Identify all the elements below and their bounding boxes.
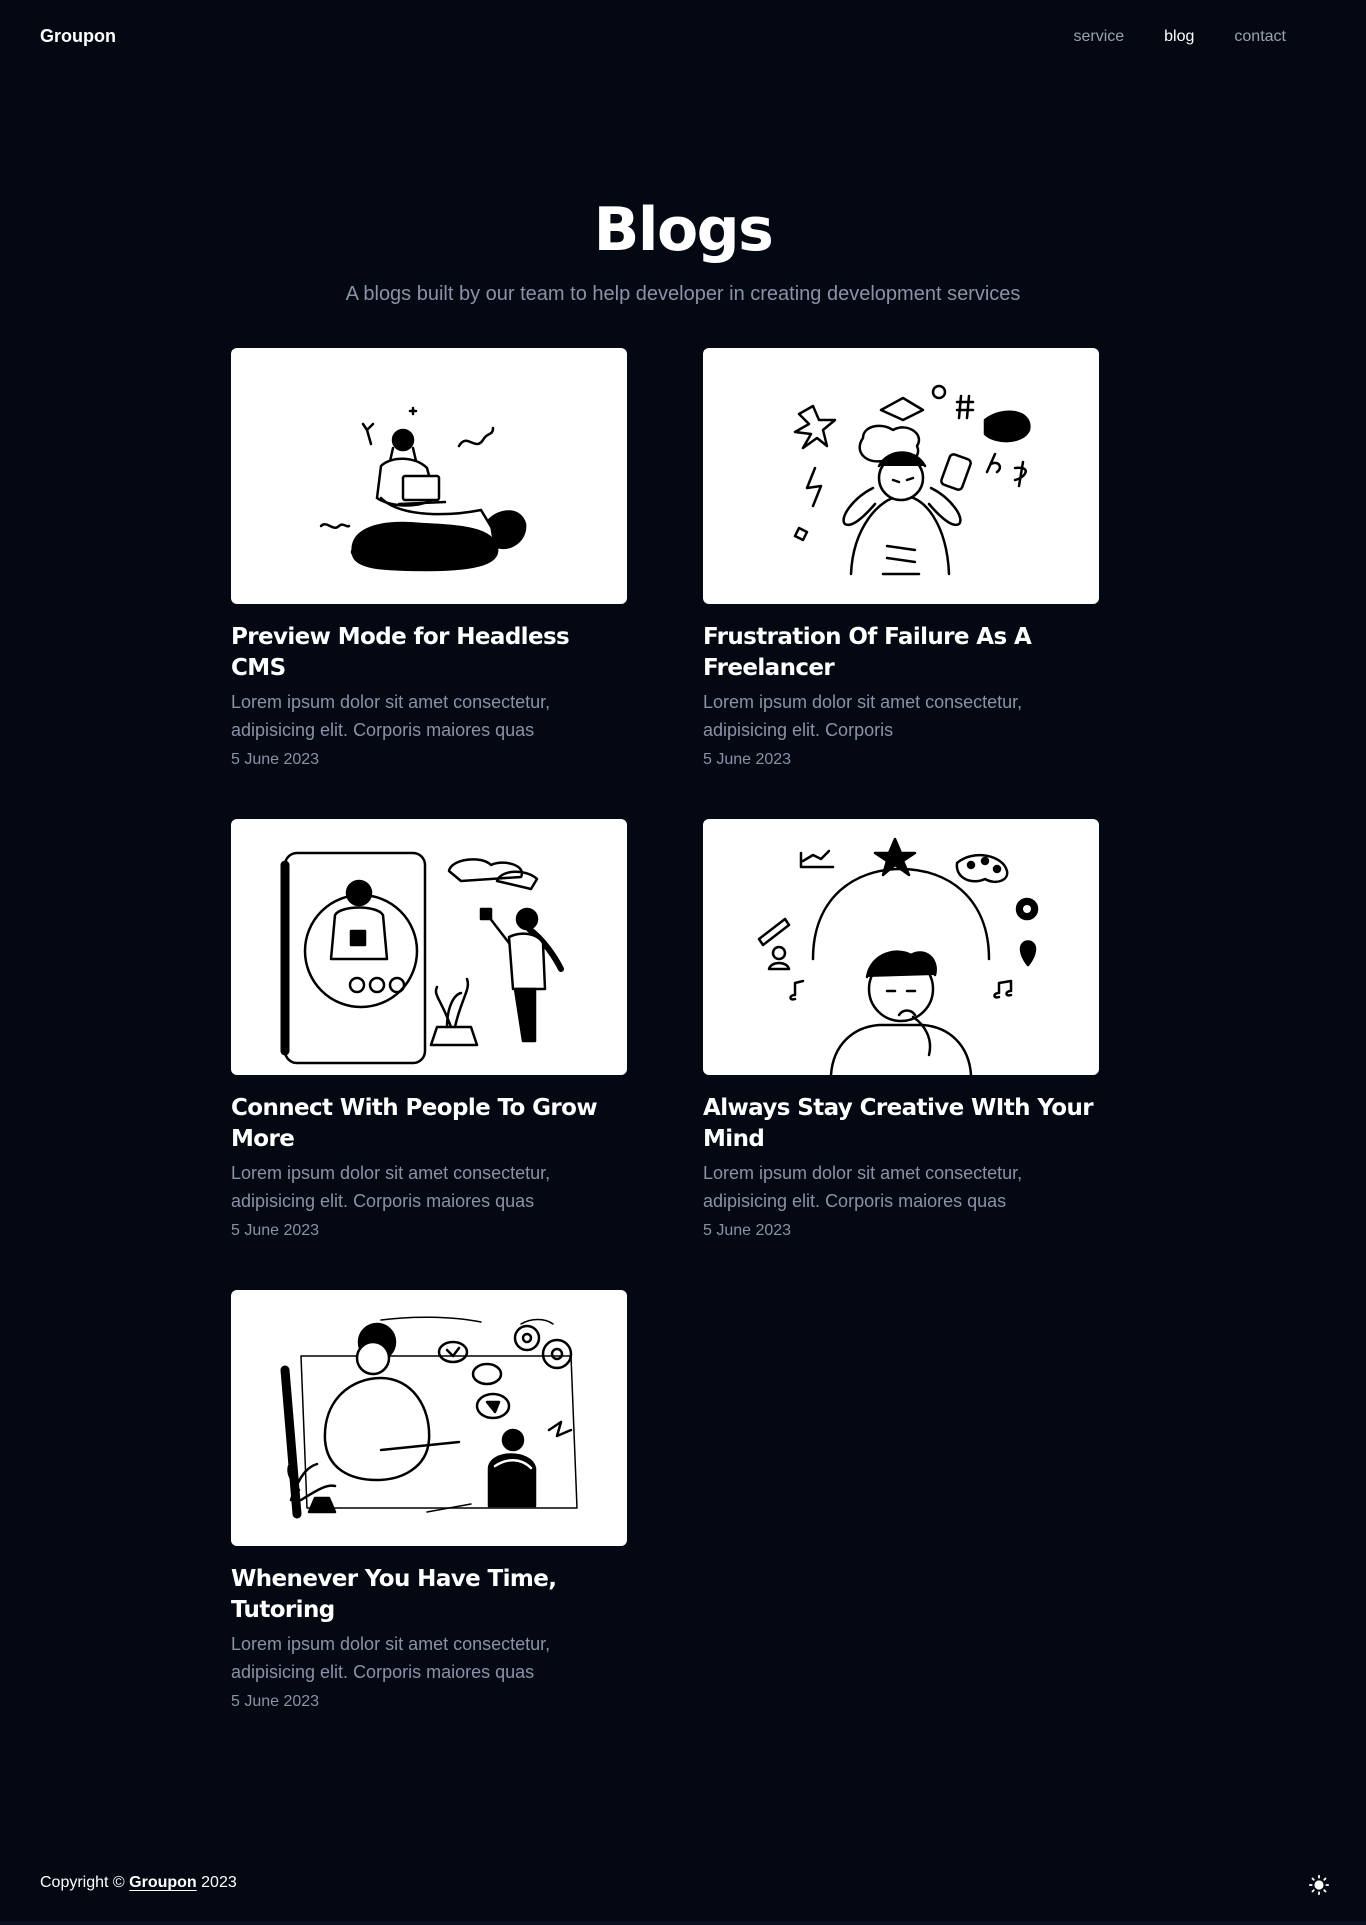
logo-link[interactable]: Groupon [40, 26, 116, 47]
frustrated-man-illustration [793, 384, 1031, 576]
blog-card-image[interactable] [703, 348, 1099, 604]
site-footer: Copyright © Groupon 2023 [0, 1860, 1366, 1910]
page-bottom-divider [0, 1921, 1366, 1925]
blog-card-excerpt: Lorem ipsum dolor sit amet consectetur, … [703, 692, 1023, 740]
page-title: Blogs [593, 195, 774, 265]
blog-card-excerpt: Lorem ipsum dolor sit amet consectetur, … [231, 692, 551, 740]
nav-link-contact[interactable]: contact [1234, 27, 1286, 47]
blog-card-date: 5 June 2023 [231, 1693, 320, 1710]
blog-card[interactable]: Whenever You Have Time, Tutoring Lorem i… [231, 1290, 627, 1712]
theme-toggle-button[interactable] [1304, 1870, 1334, 1900]
blog-card-image[interactable] [703, 819, 1099, 1075]
blog-card-image[interactable] [231, 819, 627, 1075]
nav-link-blog[interactable]: blog [1164, 27, 1194, 47]
blog-card-title[interactable]: Preview Mode for Headless CMS [231, 622, 627, 684]
blog-card-excerpt: Lorem ipsum dolor sit amet consectetur, … [231, 1634, 551, 1682]
blog-card-image[interactable] [231, 1290, 627, 1546]
copyright-prefix: Copyright © [40, 1874, 130, 1891]
blog-card-title[interactable]: Connect With People To Grow More [231, 1093, 627, 1155]
copyright-year: 2023 [196, 1874, 237, 1891]
footer-brand-link[interactable]: Groupon [129, 1874, 197, 1891]
video-call-illustration [280, 851, 564, 1065]
blog-card-date: 5 June 2023 [231, 1222, 320, 1239]
blog-card-image[interactable] [231, 348, 627, 604]
blog-card-title[interactable]: Always Stay Creative WIth Your Mind [703, 1093, 1099, 1155]
blog-card-title[interactable]: Frustration Of Failure As A Freelancer [703, 622, 1099, 684]
blog-card-title[interactable]: Whenever You Have Time, Tutoring [231, 1564, 627, 1626]
online-tutoring-illustration [280, 1316, 578, 1519]
site-header: Groupon service blog contact [0, 0, 1366, 76]
blog-card-date: 5 June 2023 [703, 751, 792, 768]
nav-link-service[interactable]: service [1073, 27, 1124, 47]
sun-icon [1308, 1874, 1330, 1896]
thinking-man-illustration [757, 837, 1039, 1075]
blog-card-date: 5 June 2023 [231, 751, 320, 768]
blog-card[interactable]: Connect With People To Grow More Lorem i… [231, 819, 627, 1241]
main-nav: service blog contact [1073, 27, 1286, 47]
blog-card-excerpt: Lorem ipsum dolor sit amet consectetur, … [703, 1163, 1023, 1211]
copyright-text: Copyright © Groupon 2023 [40, 1874, 237, 1892]
blog-card[interactable]: Frustration Of Failure As A Freelancer L… [703, 348, 1099, 770]
blog-card-date: 5 June 2023 [703, 1222, 792, 1239]
blog-card[interactable]: Preview Mode for Headless CMS Lorem ipsu… [231, 348, 627, 770]
woman-with-laptop-illustration [319, 406, 527, 572]
blog-card-excerpt: Lorem ipsum dolor sit amet consectetur, … [231, 1163, 551, 1211]
page-subtitle: A blogs built by our team to help develo… [345, 283, 1021, 305]
blog-card[interactable]: Always Stay Creative WIth Your Mind Lore… [703, 819, 1099, 1241]
